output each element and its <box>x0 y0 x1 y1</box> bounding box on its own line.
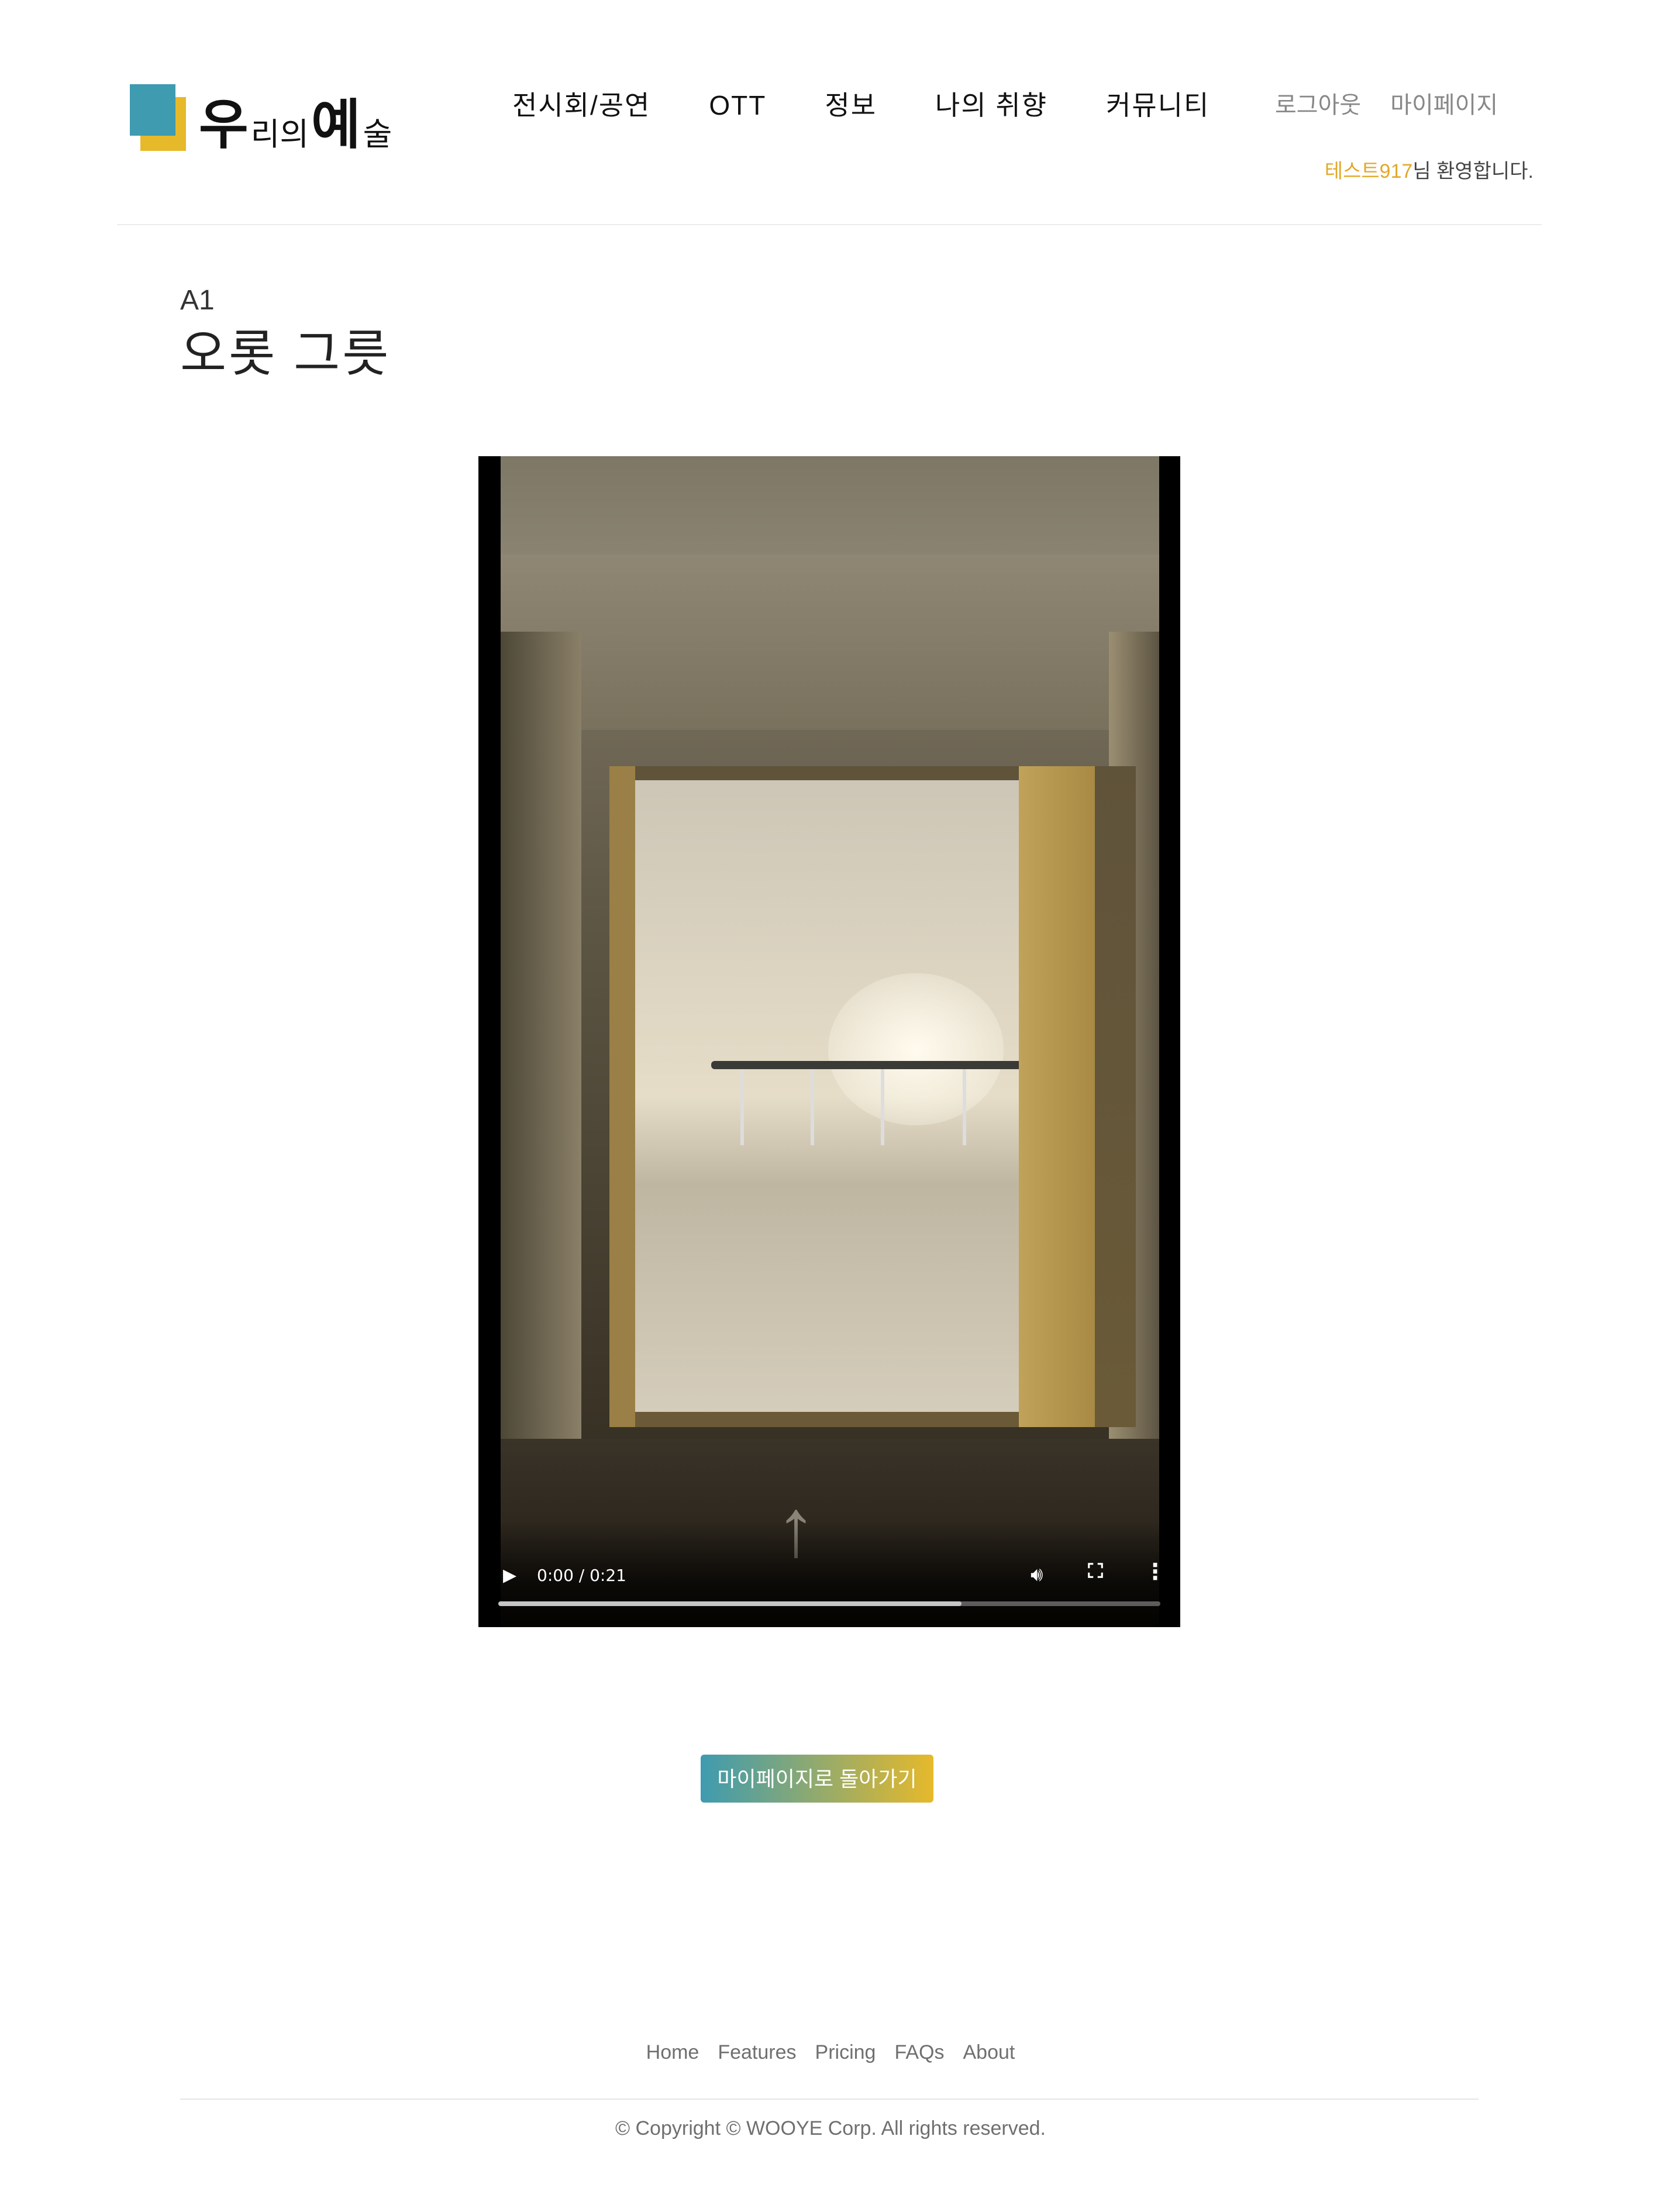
mypage-link[interactable]: 마이페이지 <box>1390 88 1498 123</box>
logo-char-1: 우 <box>199 95 249 155</box>
welcome-suffix: 님 환영합니다. <box>1412 160 1534 182</box>
video-scene-ceiling-front <box>501 554 1159 730</box>
user-links: 로그아웃 마이페이지 <box>1275 88 1498 123</box>
footer-link-features[interactable]: Features <box>718 2038 796 2067</box>
welcome-username: 테스트917 <box>1324 160 1413 182</box>
video-scene-gallery-room <box>635 780 1052 1412</box>
video-player[interactable]: ↑ ▶ 0:00 / 0:21 🔊︎ ⋮ <box>478 456 1180 1627</box>
welcome-message: 테스트917님 환영합니다. <box>1325 157 1534 186</box>
video-time: 0:00 / 0:21 <box>537 1566 626 1585</box>
page-title: 오롯 그릇 <box>180 326 391 382</box>
nav-community[interactable]: 커뮤니티 <box>1106 87 1209 128</box>
video-scene-light <box>828 973 1004 1125</box>
footer-nav: Home Features Pricing FAQs About <box>0 2038 1661 2067</box>
site-logo[interactable]: 우 리의 예 술 <box>130 84 392 153</box>
footer-link-faqs[interactable]: FAQs <box>894 2038 944 2067</box>
page-subtitle: A1 <box>180 285 215 316</box>
footer-link-home[interactable]: Home <box>646 2038 699 2067</box>
video-scene-table-leg <box>811 1069 814 1145</box>
video-scene-table-leg <box>740 1069 744 1145</box>
main-nav: 전시회/공연 OTT 정보 나의 취향 커뮤니티 <box>512 87 1209 128</box>
header-divider <box>117 224 1542 225</box>
footer-divider <box>180 2099 1479 2100</box>
nav-exhibitions[interactable]: 전시회/공연 <box>512 87 650 128</box>
video-scene-doorway <box>609 766 1136 1427</box>
video-scene-table-leg <box>963 1069 966 1145</box>
logout-link[interactable]: 로그아웃 <box>1275 88 1361 123</box>
volume-icon[interactable]: 🔊︎ <box>1031 1563 1043 1586</box>
footer-link-about[interactable]: About <box>963 2038 1015 2067</box>
logo-square-blue <box>130 84 175 136</box>
video-scene-display-table <box>711 1061 1050 1069</box>
site-header: 우 리의 예 술 전시회/공연 OTT 정보 나의 취향 커뮤니티 로그아웃 마… <box>0 0 1661 228</box>
logo-chars-2: 리의 <box>250 117 309 152</box>
nav-my-taste[interactable]: 나의 취향 <box>935 87 1047 128</box>
nav-ott[interactable]: OTT <box>709 87 766 128</box>
video-scene-left-wall <box>501 632 581 1450</box>
video-scene-pillar-left <box>609 766 635 1427</box>
more-options-icon[interactable]: ⋮ <box>1144 1560 1166 1584</box>
fullscreen-icon[interactable] <box>1087 1562 1104 1579</box>
video-scene-table-leg <box>881 1069 884 1145</box>
video-progress-bar[interactable] <box>498 1601 1160 1606</box>
video-frame: ↑ <box>501 456 1159 1627</box>
footer-link-pricing[interactable]: Pricing <box>815 2038 876 2067</box>
logo-text: 우 리의 예 술 <box>199 88 394 152</box>
logo-char-3: 예 <box>311 95 361 155</box>
play-icon[interactable]: ▶ <box>503 1564 516 1587</box>
nav-info[interactable]: 정보 <box>825 87 877 128</box>
video-scene-pillar-right <box>1019 766 1095 1427</box>
back-to-mypage-button[interactable]: 마이페이지로 돌아가기 <box>701 1755 933 1803</box>
video-scene-ceiling <box>501 456 1159 554</box>
copyright-text: © Copyright © WOOYE Corp. All rights res… <box>615 2117 1046 2139</box>
logo-char-4: 술 <box>363 117 392 152</box>
video-buffer-fill <box>498 1601 962 1606</box>
